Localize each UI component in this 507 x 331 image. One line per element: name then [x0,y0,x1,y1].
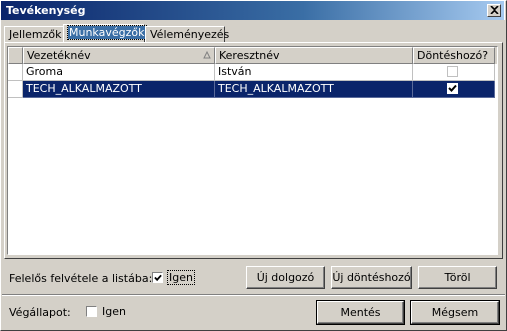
cell-firstname[interactable]: TECH_ALKALMAZOTT [215,81,413,98]
workers-grid[interactable]: Vezetéknév Keresztnév Döntéshozó? Groma … [7,46,498,255]
tab-jellemzok[interactable]: Jellemzők [4,26,64,42]
checkmark-icon [154,274,162,282]
window-title: Tevékenység [6,4,86,17]
title-bar: Tevékenység [0,0,505,20]
tab-strip: Jellemzők Munkavégzők Véleményezés [0,24,507,43]
divider [2,294,505,296]
cell-lastname[interactable]: Groma [23,64,215,81]
final-state-checkbox[interactable] [86,306,97,317]
responsible-label: Felelős felvétele a listába: [9,272,153,285]
delete-button[interactable]: Töröl [418,266,497,289]
cell-firstname[interactable]: István [215,64,413,81]
header-indicator [8,47,23,64]
sort-ascending-icon [203,51,211,59]
decision-maker-checkbox[interactable] [447,66,458,77]
tab-label: Munkavégzők [67,25,147,40]
tab-munkavegzok[interactable]: Munkavégzők [63,24,147,43]
new-worker-button[interactable]: Új dolgozó [246,266,325,289]
column-header-decision-maker[interactable]: Döntéshozó? [413,47,495,64]
new-decision-maker-button[interactable]: Új döntéshozó [331,266,412,289]
column-header-firstname[interactable]: Keresztnév [215,47,413,64]
close-icon [490,6,499,14]
table-row[interactable]: Groma István [8,64,497,81]
table-row[interactable]: TECH_ALKALMAZOTT TECH_ALKALMAZOTT [8,81,497,98]
responsible-checkbox[interactable] [152,272,163,283]
final-state-label: Végállapot: [9,306,71,319]
row-indicator [8,81,23,98]
checkmark-icon [448,84,457,92]
save-button[interactable]: Mentés [316,300,405,325]
tab-velemenyezes[interactable]: Véleményezés [145,26,229,42]
final-state-checkbox-label[interactable]: Igen [102,305,126,318]
decision-maker-checkbox[interactable] [447,83,458,94]
close-button[interactable] [487,4,501,17]
cell-lastname[interactable]: TECH_ALKALMAZOTT [23,81,215,98]
cell-decision-maker[interactable] [413,64,495,81]
column-label: Vezetéknév [27,49,91,62]
cell-decision-maker[interactable] [413,81,495,98]
tab-label: Jellemzők [9,28,62,41]
row-indicator [8,64,23,81]
column-header-lastname[interactable]: Vezetéknév [23,47,215,64]
responsible-checkbox-label[interactable]: Igen [167,270,195,285]
tab-label: Véleményezés [150,28,230,41]
grid-header: Vezetéknév Keresztnév Döntéshozó? [8,47,497,64]
cancel-button[interactable]: Mégsem [410,300,500,325]
